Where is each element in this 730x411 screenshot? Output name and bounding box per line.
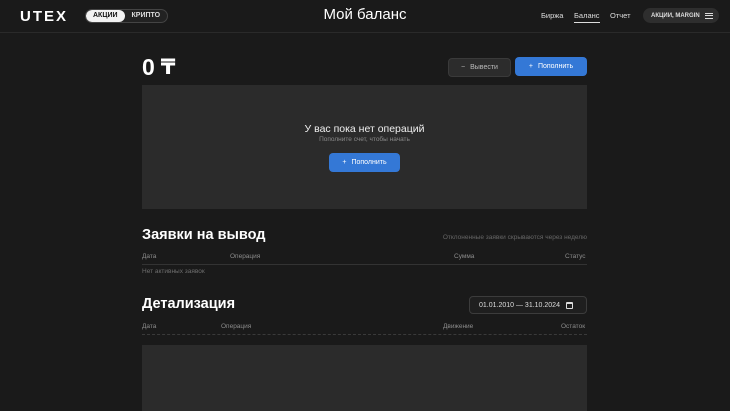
empty-deposit-label: Пополнить	[351, 159, 387, 166]
details-panel	[142, 345, 587, 411]
menu-icon	[704, 12, 713, 19]
date-range-value: 01.01.2010 — 31.10.2024	[479, 301, 560, 309]
nav-exchange[interactable]: Биржа	[541, 11, 563, 20]
deposit-label: Пополнить	[537, 63, 574, 70]
account-label: АКЦИИ, MARGIN	[651, 12, 700, 19]
withdraw-label: Вывести	[470, 64, 498, 71]
no-requests-text: Нет активных заявок	[142, 268, 205, 275]
withdraw-button[interactable]: − Вывести	[448, 58, 511, 77]
plus-icon: +	[342, 159, 347, 166]
col-movement: Движение	[443, 323, 474, 330]
details-title: Детализация	[142, 296, 236, 312]
empty-subtitle: Пополните счет, чтобы начать	[319, 136, 410, 143]
divider	[142, 264, 587, 265]
col-date: Дата	[142, 323, 157, 330]
date-range-picker[interactable]: 01.01.2010 — 31.10.2024	[469, 296, 587, 314]
col-operation: Операция	[221, 323, 252, 330]
col-amount: Сумма	[454, 253, 475, 260]
account-menu-button[interactable]: АКЦИИ, MARGIN	[643, 8, 719, 23]
calendar-icon	[565, 301, 573, 309]
col-status: Статус	[565, 253, 586, 260]
empty-title: У вас пока нет операций	[304, 123, 425, 135]
plus-icon: +	[528, 63, 533, 70]
balance-amount: 0 ₸	[142, 54, 175, 81]
col-operation: Операция	[230, 253, 261, 260]
deposit-button[interactable]: + Пополнить	[515, 57, 587, 76]
balance-value: 0	[142, 54, 155, 80]
nav-balance[interactable]: Баланс	[574, 11, 600, 23]
nav-report[interactable]: Отчет	[610, 11, 631, 20]
empty-deposit-button[interactable]: + Пополнить	[329, 153, 400, 172]
minus-icon: −	[461, 64, 466, 71]
operations-empty-panel	[142, 85, 587, 209]
divider	[142, 334, 587, 335]
col-remainder: Остаток	[561, 323, 586, 330]
currency-icon: ₸	[160, 56, 176, 79]
withdrawals-title: Заявки на вывод	[142, 227, 266, 243]
withdrawals-hint: Отклоненные заявки скрываются через неде…	[442, 234, 587, 241]
col-date: Дата	[142, 253, 157, 260]
